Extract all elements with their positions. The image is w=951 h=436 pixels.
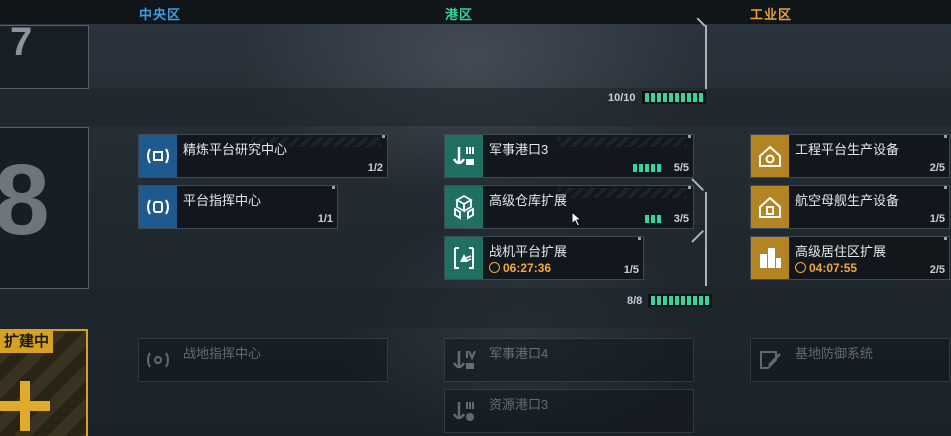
plus-icon bbox=[0, 381, 60, 431]
tech-name: 基地防御系统 bbox=[795, 346, 874, 361]
tech-card-advanced-residential[interactable]: 高级居住区扩展 04:07:55 2/5 bbox=[750, 236, 950, 280]
tier-8-panel: 8 bbox=[0, 127, 89, 289]
tier-number: 7 bbox=[10, 20, 33, 64]
tech-card-fighter-platform[interactable]: 战机平台扩展 06:27:36 1/5 bbox=[444, 236, 644, 280]
tier-7-panel: 7 bbox=[0, 20, 89, 89]
tech-card-engineering-platform[interactable]: 工程平台生产设备 2/5 bbox=[750, 134, 950, 178]
tier-progress-bar bbox=[648, 294, 713, 307]
tech-name: 高级居住区扩展 bbox=[795, 244, 887, 259]
column-title-port: 港区 bbox=[445, 7, 474, 22]
tech-name: 战机平台扩展 bbox=[489, 244, 568, 259]
radio-signal-icon bbox=[139, 339, 177, 381]
tech-level: 1/2 bbox=[367, 162, 383, 174]
tech-level: 1/5 bbox=[623, 264, 639, 276]
tech-card-platform-command[interactable]: 平台指挥中心 1/1 bbox=[138, 185, 338, 229]
tier-progress: 10/10 bbox=[608, 91, 706, 104]
tech-level-bar bbox=[633, 164, 661, 172]
tech-card-refine-research[interactable]: 精炼平台研究中心 1/2 bbox=[138, 134, 388, 178]
mouse-cursor-icon bbox=[571, 211, 583, 227]
tech-level-bar bbox=[645, 215, 661, 223]
tree-connector bbox=[705, 192, 707, 286]
tech-level: 5/5 bbox=[673, 162, 689, 174]
command-signal-icon bbox=[139, 186, 177, 228]
tech-level: 1/5 bbox=[929, 213, 945, 225]
tech-name: 战地指挥中心 bbox=[183, 346, 262, 361]
tech-level: 3/5 bbox=[673, 213, 689, 225]
tech-name: 军事港口4 bbox=[489, 346, 549, 361]
tech-name: 平台指挥中心 bbox=[183, 193, 262, 208]
upgrade-timer: 06:27:36 bbox=[489, 261, 551, 275]
anchor-icon bbox=[445, 339, 483, 381]
house-gear-icon bbox=[751, 186, 789, 228]
tech-card-carrier-production[interactable]: 航空母舰生产设备 1/5 bbox=[750, 185, 950, 229]
column-header-bar: 中央区 港区 工业区 bbox=[0, 0, 951, 24]
tech-card-advanced-warehouse[interactable]: 高级仓库扩展 3/5 bbox=[444, 185, 694, 229]
anchor-icon bbox=[445, 135, 483, 177]
tech-name: 资源港口3 bbox=[489, 397, 549, 412]
tier-expanding-panel[interactable]: 扩建中 bbox=[0, 329, 88, 436]
tech-name: 高级仓库扩展 bbox=[489, 193, 568, 208]
buildings-icon bbox=[751, 237, 789, 279]
column-title-central: 中央区 bbox=[139, 7, 182, 22]
crates-icon bbox=[445, 186, 483, 228]
tech-level: 1/1 bbox=[317, 213, 333, 225]
tier-progress-text: 10/10 bbox=[608, 91, 636, 104]
tech-name: 航空母舰生产设备 bbox=[795, 193, 900, 208]
tech-level: 2/5 bbox=[929, 264, 945, 276]
expanding-label: 扩建中 bbox=[0, 331, 54, 353]
tier-progress-bar bbox=[641, 91, 706, 104]
tech-name: 工程平台生产设备 bbox=[795, 142, 900, 157]
upgrade-timer: 04:07:55 bbox=[795, 261, 857, 275]
column-title-industrial: 工业区 bbox=[750, 7, 793, 22]
tier-number: 8 bbox=[0, 144, 50, 256]
shield-icon bbox=[751, 339, 789, 381]
tech-name: 精炼平台研究中心 bbox=[183, 142, 288, 157]
tech-card-field-command[interactable]: 战地指挥中心 bbox=[138, 338, 388, 382]
tier-progress: 8/8 bbox=[627, 294, 713, 307]
clock-icon bbox=[795, 262, 806, 273]
tier-divider-band bbox=[0, 288, 951, 328]
house-gear-icon bbox=[751, 135, 789, 177]
clock-icon bbox=[489, 262, 500, 273]
tech-card-military-port-4[interactable]: 军事港口4 bbox=[444, 338, 694, 382]
tier-progress-text: 8/8 bbox=[627, 294, 643, 307]
tech-name: 军事港口3 bbox=[489, 142, 549, 157]
tech-card-base-defense[interactable]: 基地防御系统 bbox=[750, 338, 950, 382]
tech-card-resource-port-3[interactable]: 资源港口3 bbox=[444, 389, 694, 433]
tree-connector bbox=[705, 25, 707, 89]
tech-level: 2/5 bbox=[929, 162, 945, 174]
anchor-icon bbox=[445, 390, 483, 432]
tier-divider-band bbox=[0, 88, 951, 126]
radio-signal-icon bbox=[139, 135, 177, 177]
tech-card-military-port-3[interactable]: 军事港口3 5/5 bbox=[444, 134, 694, 178]
fighter-icon bbox=[445, 237, 483, 279]
